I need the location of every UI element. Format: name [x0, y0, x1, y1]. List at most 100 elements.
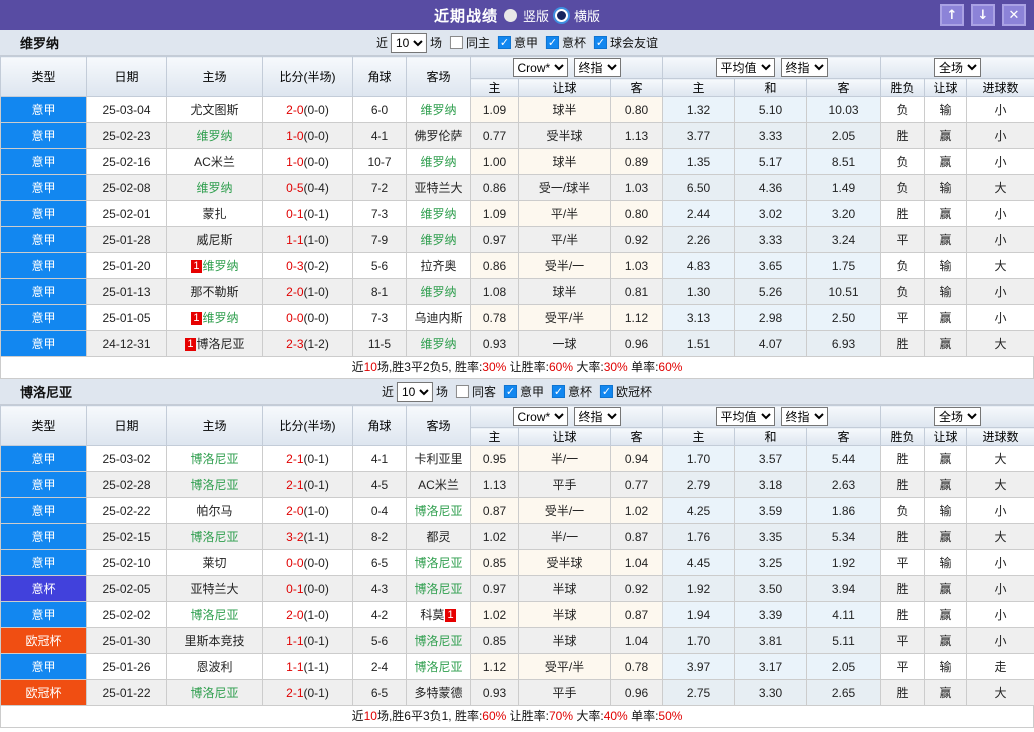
scope-select[interactable]: 全场 [934, 58, 982, 77]
away-team-cell: 都灵 [406, 523, 471, 550]
team-name-text: 博洛尼亚 [414, 582, 463, 596]
team-name-text: 亚特兰大 [190, 582, 239, 596]
away-team-cell: 卡利亚里 [406, 445, 471, 472]
odds-stage-select[interactable]: 终指 [573, 58, 621, 77]
team-name-text: 都灵 [426, 530, 451, 544]
score-cell: 0-0(0-0) [262, 549, 353, 576]
result-cell: 赢 [924, 122, 968, 149]
full-time-score: 1-1 [286, 232, 304, 247]
vertical-layout-radio[interactable] [503, 8, 517, 22]
full-time-score: 0-1 [286, 581, 304, 596]
handicap-odds-cell: 半球 [518, 575, 611, 602]
summary-segment: 单率: [627, 360, 659, 374]
avg-odds-cell: 2.26 [662, 226, 736, 253]
odds-source-select[interactable]: Crow* [512, 58, 568, 77]
avg-stage-select[interactable]: 终指 [780, 407, 828, 426]
result-cell: 负 [880, 148, 926, 175]
avg-odds-cell: 1.94 [662, 601, 736, 628]
league-cell: 意甲 [0, 601, 87, 628]
handicap-odds-cell: 受平/半 [518, 304, 611, 331]
corner-cell: 7-2 [352, 174, 407, 201]
filter-checkbox[interactable]: ✓ [594, 36, 608, 49]
filter-checkbox[interactable]: ✓ [600, 385, 614, 398]
handicap-odds-cell: 0.97 [470, 575, 519, 602]
avg-odds-cell: 2.75 [662, 679, 736, 706]
home-team-cell: 那不勒斯 [166, 278, 263, 305]
score-cell: 3-2(1-1) [262, 523, 353, 550]
filter-label: 欧冠杯 [616, 385, 653, 399]
filter-checkbox[interactable] [455, 385, 469, 398]
odds-source-select[interactable]: Crow* [512, 407, 568, 426]
team-name-text: 恩波利 [196, 660, 233, 674]
full-time-score: 2-0 [286, 503, 304, 518]
recent-results-window: 近期战绩 竖版 横版 ↑ ↓ ✕ 维罗纳 近 10 场同主 ✓ 意甲 ✓ 意杯 ✓ 球会友谊 类… [0, 0, 1034, 732]
recent-count-select[interactable]: 10 [396, 381, 433, 402]
handicap-odds-cell: 0.96 [609, 679, 664, 706]
home-team-cell: 博洛尼亚 [166, 679, 263, 706]
col-corner: 角球 [352, 56, 407, 97]
odds-stage-select[interactable]: 终指 [573, 407, 621, 426]
summary-segment: 近 [351, 360, 364, 374]
avg-odds-cell: 3.33 [734, 226, 808, 253]
scope-select[interactable]: 全场 [934, 407, 982, 426]
handicap-odds-cell: 0.93 [470, 679, 519, 706]
result-cell: 输 [924, 252, 968, 279]
match-row: 意甲 25-01-26 恩波利 1-1(1-1) 2-4 博洛尼亚 1.12 受平/半 0.78… [0, 653, 1034, 680]
corner-cell: 11-5 [352, 330, 407, 357]
avg-odds-cell: 1.76 [662, 523, 736, 550]
avg-odds-cell: 3.97 [662, 653, 736, 680]
result-cell: 小 [966, 304, 1034, 331]
league-cell: 意甲 [0, 445, 87, 472]
filter-checkbox[interactable]: ✓ [546, 36, 560, 49]
match-row: 意甲 25-02-02 博洛尼亚 2-0(1-0) 4-2 科莫 1 1.02 半球 0.87 1.… [0, 601, 1034, 628]
avg-source-select[interactable]: 平均值 [715, 407, 775, 426]
col-odds-home: 主 [470, 78, 519, 97]
score-cell: 1-1(0-1) [262, 627, 353, 654]
corner-cell: 6-0 [352, 96, 407, 123]
matches-table-bologna: 类型 日期 主场 比分(半场) 角球 客场 Crow* 终指 平均值 终指 全场 主… [0, 405, 1034, 706]
handicap-odds-cell: 1.12 [470, 653, 519, 680]
half-time-score: (0-1) [303, 477, 329, 492]
move-up-button[interactable]: ↑ [940, 4, 964, 26]
corner-cell: 5-6 [352, 627, 407, 654]
col-avg-draw: 和 [734, 427, 808, 446]
avg-odds-cell: 3.59 [734, 497, 808, 524]
away-team-cell: 维罗纳 [406, 96, 471, 123]
away-team-cell: 维罗纳 [406, 148, 471, 175]
full-time-score: 0-3 [286, 258, 304, 273]
avg-odds-cell: 1.92 [662, 575, 736, 602]
filter-checkbox[interactable]: ✓ [504, 385, 517, 398]
handicap-odds-cell: 半球 [518, 601, 611, 628]
full-time-score: 2-3 [286, 336, 304, 351]
league-cell: 意甲 [0, 148, 87, 175]
date-cell: 25-02-10 [86, 549, 167, 576]
move-down-button[interactable]: ↓ [971, 4, 995, 26]
handicap-odds-cell: 受半球 [518, 549, 611, 576]
match-row: 意甲 25-02-08 维罗纳 0-5(0-4) 7-2 亚特兰大 0.86 受一/球半 1.0… [0, 174, 1034, 201]
corner-cell: 5-6 [352, 252, 407, 279]
avg-odds-cell: 5.17 [734, 148, 808, 175]
filter-checkbox[interactable]: ✓ [552, 385, 566, 398]
col-away: 客场 [406, 56, 471, 97]
league-cell: 意杯 [0, 575, 87, 602]
corner-cell: 6-5 [352, 679, 407, 706]
recent-count-select[interactable]: 10 [390, 32, 427, 53]
corner-cell: 8-1 [352, 278, 407, 305]
avg-odds-cell: 3.50 [734, 575, 808, 602]
full-time-score: 1-0 [286, 128, 304, 143]
team-name-text: 帕尔马 [196, 504, 233, 518]
filter-checkbox[interactable]: ✓ [498, 36, 511, 49]
handicap-odds-cell: 受半球 [518, 122, 611, 149]
titlebar-buttons: ↑ ↓ ✕ [940, 4, 1026, 26]
filter-checkbox[interactable] [449, 36, 463, 49]
horizontal-layout-radio[interactable] [555, 8, 568, 22]
avg-source-select[interactable]: 平均值 [715, 58, 775, 77]
avg-odds-cell: 3.24 [806, 226, 882, 253]
avg-stage-select[interactable]: 终指 [780, 58, 828, 77]
home-team-cell: 尤文图斯 [166, 96, 263, 123]
col-avg-home: 主 [662, 78, 736, 97]
col-result: 胜负 [880, 427, 926, 446]
close-button[interactable]: ✕ [1002, 4, 1026, 26]
handicap-odds-cell: 1.03 [609, 252, 664, 279]
score-cell: 2-0(1-0) [262, 278, 353, 305]
